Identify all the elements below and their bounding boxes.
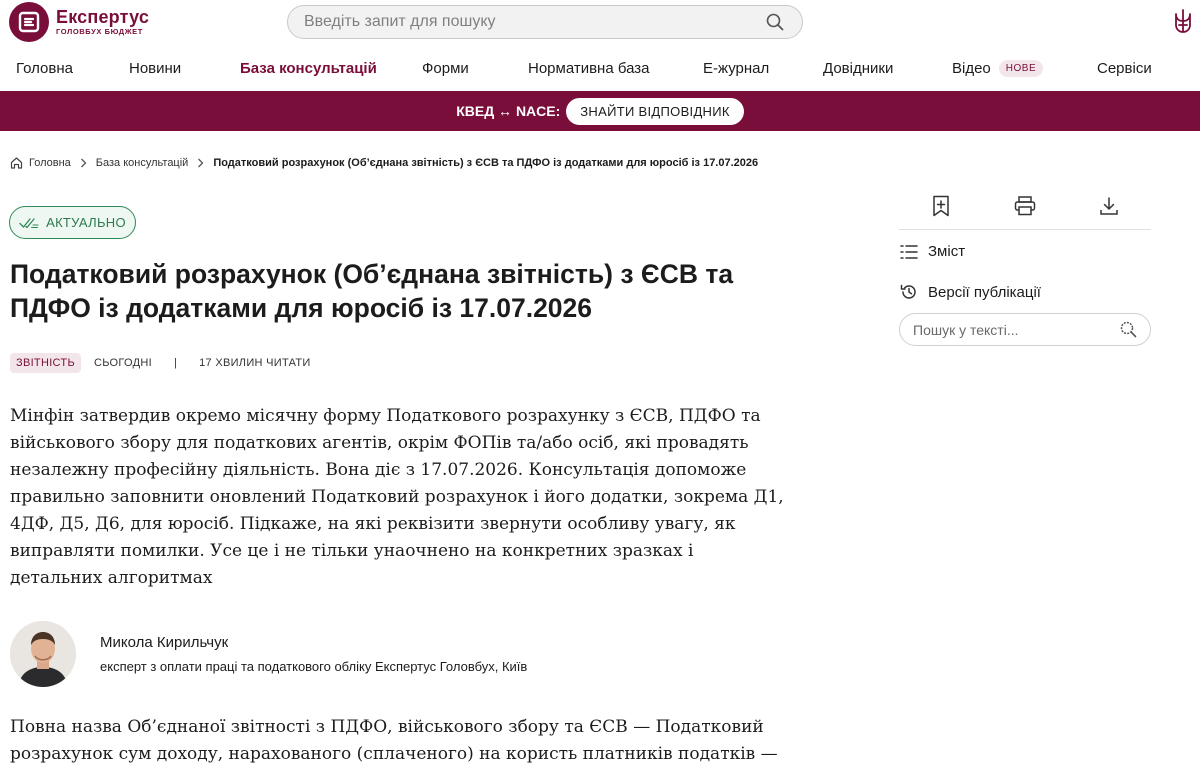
contents-link[interactable]: Зміст — [900, 243, 965, 260]
list-icon — [900, 244, 918, 260]
contents-label: Зміст — [928, 243, 966, 260]
nav-item-services[interactable]: Сервіси — [1097, 60, 1152, 77]
site-header: Експертус ГОЛОВБУХ БЮДЖЕТ — [0, 0, 1200, 44]
search-input[interactable] — [304, 13, 764, 31]
find-match-button[interactable]: ЗНАЙТИ ВІДПОВІДНИК — [566, 97, 744, 125]
site-logo[interactable]: Експертус ГОЛОВБУХ БЮДЖЕТ — [9, 2, 149, 42]
kved-nace-banner: КВЕД ↔ NACE: ЗНАЙТИ ВІДПОВІДНИК — [0, 91, 1200, 131]
publish-date: СЬОГОДНІ — [93, 357, 152, 369]
nav-item-references[interactable]: Довідники — [823, 60, 893, 77]
nav-item-home[interactable]: Головна — [16, 60, 73, 77]
breadcrumb: Головна База консультацій Податковий роз… — [10, 156, 758, 169]
meta-separator: | — [173, 357, 178, 369]
avatar[interactable] — [10, 621, 76, 687]
chevron-right-icon — [80, 158, 87, 168]
search-icon[interactable] — [1120, 321, 1137, 338]
main-nav: Головна Новини База консультацій Форми Н… — [0, 56, 1200, 84]
breadcrumb-home[interactable]: Головна — [29, 157, 71, 169]
breadcrumb-section[interactable]: База консультацій — [96, 157, 189, 169]
breadcrumb-current: Податковий розрахунок (Об’єднана звітніс… — [213, 156, 759, 169]
read-time: 17 ХВИЛИН ЧИТАТИ — [199, 357, 311, 369]
versions-link[interactable]: Версії публікації — [900, 283, 1041, 301]
download-icon[interactable] — [1097, 194, 1121, 218]
author-role: експерт з оплати праці та податкового об… — [100, 658, 528, 674]
history-icon — [900, 283, 918, 301]
nav-item-news[interactable]: Новини — [129, 60, 181, 77]
logo-name: Експертус — [56, 6, 150, 27]
versions-label: Версії публікації — [928, 283, 1041, 301]
banner-text: КВЕД ↔ NACE: — [456, 103, 561, 119]
global-search — [287, 5, 803, 39]
category-tag[interactable]: ЗВІТНІСТЬ — [10, 353, 81, 373]
text-search-input[interactable] — [913, 321, 1120, 338]
nav-item-video-label: Відео — [952, 60, 991, 77]
search-icon[interactable] — [764, 11, 786, 33]
article-lead: Мінфін затвердив окремо місячну форму По… — [10, 406, 784, 588]
text-search — [899, 313, 1151, 346]
status-label: АКТУАЛЬНО — [46, 215, 126, 230]
print-icon[interactable] — [1013, 194, 1037, 218]
bookmark-icon[interactable] — [929, 194, 953, 218]
author-name: Микола Кирильчук — [100, 633, 229, 651]
home-icon[interactable] — [10, 156, 23, 169]
double-check-icon — [19, 217, 39, 229]
trident-icon — [1172, 8, 1194, 36]
nav-item-video[interactable]: Відео НОВЕ — [952, 60, 1044, 77]
chevron-right-icon — [197, 158, 204, 168]
status-badge: АКТУАЛЬНО — [9, 206, 136, 239]
nav-item-consultations[interactable]: База консультацій — [240, 60, 377, 77]
nav-item-forms[interactable]: Форми — [422, 60, 469, 77]
logo-mark-icon — [9, 2, 49, 42]
article-toolbar — [899, 190, 1151, 230]
article-body: Повна назва Об’єднаної звітності з ПДФО,… — [10, 717, 778, 764]
new-badge: НОВЕ — [998, 60, 1044, 77]
nav-item-e-journal[interactable]: Е-журнал — [703, 60, 769, 77]
nav-item-normative-base[interactable]: Нормативна база — [528, 60, 650, 77]
article-meta: ЗВІТНІСТЬ СЬОГОДНІ | 17 ХВИЛИН ЧИТАТИ — [10, 352, 311, 374]
author-block: Микола Кирильчук експерт з оплати праці … — [10, 621, 527, 687]
logo-subtitle: ГОЛОВБУХ БЮДЖЕТ — [56, 26, 143, 36]
page-title: Податковий розрахунок (Об’єднана звітніс… — [10, 259, 734, 323]
